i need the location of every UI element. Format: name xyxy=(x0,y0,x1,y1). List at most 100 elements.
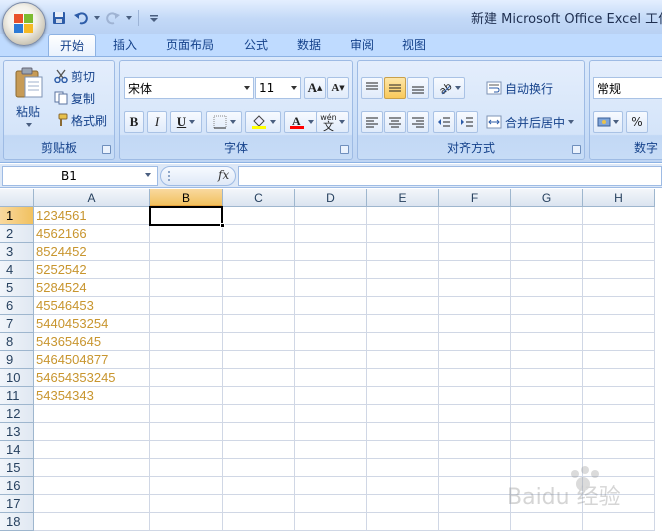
cell-e10[interactable] xyxy=(367,369,439,387)
cell-c3[interactable] xyxy=(223,243,295,261)
font-launcher-icon[interactable] xyxy=(340,145,349,154)
percent-button[interactable]: % xyxy=(626,111,648,133)
cell-d10[interactable] xyxy=(295,369,367,387)
cut-button[interactable]: 剪切 xyxy=(54,65,95,87)
redo-dropdown-icon[interactable] xyxy=(126,16,132,20)
cell-d15[interactable] xyxy=(295,459,367,477)
cell-d6[interactable] xyxy=(295,297,367,315)
cell-f3[interactable] xyxy=(439,243,511,261)
cell-a3[interactable]: 8524452 xyxy=(34,243,150,261)
cell-a8[interactable]: 543654645 xyxy=(34,333,150,351)
cell-h3[interactable] xyxy=(583,243,655,261)
cell-c16[interactable] xyxy=(223,477,295,495)
cell-a5[interactable]: 5284524 xyxy=(34,279,150,297)
cell-b11[interactable] xyxy=(150,387,223,405)
row-header[interactable]: 4 xyxy=(0,261,34,279)
cell-b17[interactable] xyxy=(150,495,223,513)
paste-dropdown-icon[interactable] xyxy=(26,123,32,127)
cell-e15[interactable] xyxy=(367,459,439,477)
increase-indent-button[interactable] xyxy=(456,111,478,133)
cell-e8[interactable] xyxy=(367,333,439,351)
row-header[interactable]: 2 xyxy=(0,225,34,243)
font-color-button[interactable]: A xyxy=(284,111,318,133)
cell-d13[interactable] xyxy=(295,423,367,441)
cell-d4[interactable] xyxy=(295,261,367,279)
row-header[interactable]: 5 xyxy=(0,279,34,297)
cell-e14[interactable] xyxy=(367,441,439,459)
cell-d5[interactable] xyxy=(295,279,367,297)
select-all-corner[interactable] xyxy=(0,189,34,207)
row-header[interactable]: 13 xyxy=(0,423,34,441)
cell-f2[interactable] xyxy=(439,225,511,243)
cell-c2[interactable] xyxy=(223,225,295,243)
column-header-f[interactable]: F xyxy=(439,189,511,207)
align-right-button[interactable] xyxy=(407,111,429,133)
phonetic-guide-button[interactable]: wén 文 xyxy=(316,111,349,133)
cell-b12[interactable] xyxy=(150,405,223,423)
cell-h2[interactable] xyxy=(583,225,655,243)
cell-e1[interactable] xyxy=(367,207,439,225)
cell-f4[interactable] xyxy=(439,261,511,279)
cell-f9[interactable] xyxy=(439,351,511,369)
cell-h18[interactable] xyxy=(583,513,655,531)
cell-c11[interactable] xyxy=(223,387,295,405)
cell-c4[interactable] xyxy=(223,261,295,279)
tab-home[interactable]: 开始 xyxy=(48,34,96,56)
cell-g10[interactable] xyxy=(511,369,583,387)
cell-b5[interactable] xyxy=(150,279,223,297)
cell-g14[interactable] xyxy=(511,441,583,459)
row-header[interactable]: 11 xyxy=(0,387,34,405)
cell-d18[interactable] xyxy=(295,513,367,531)
row-header[interactable]: 3 xyxy=(0,243,34,261)
cell-c14[interactable] xyxy=(223,441,295,459)
row-header[interactable]: 15 xyxy=(0,459,34,477)
cell-a2[interactable]: 4562166 xyxy=(34,225,150,243)
align-left-button[interactable] xyxy=(361,111,383,133)
cell-b18[interactable] xyxy=(150,513,223,531)
tab-formulas[interactable]: 公式 xyxy=(232,34,280,56)
cell-e12[interactable] xyxy=(367,405,439,423)
cell-f11[interactable] xyxy=(439,387,511,405)
column-header-h[interactable]: H xyxy=(583,189,655,207)
cell-a13[interactable] xyxy=(34,423,150,441)
cell-d1[interactable] xyxy=(295,207,367,225)
cell-f17[interactable] xyxy=(439,495,511,513)
cell-b3[interactable] xyxy=(150,243,223,261)
cell-c10[interactable] xyxy=(223,369,295,387)
fill-color-button[interactable] xyxy=(245,111,281,133)
format-painter-button[interactable]: 格式刷 xyxy=(54,109,107,131)
cell-h5[interactable] xyxy=(583,279,655,297)
italic-button[interactable]: I xyxy=(147,111,167,133)
align-bottom-button[interactable] xyxy=(407,77,429,99)
customize-icon[interactable] xyxy=(145,9,163,27)
align-top-button[interactable] xyxy=(361,77,383,99)
cell-a7[interactable]: 5440453254 xyxy=(34,315,150,333)
cell-c6[interactable] xyxy=(223,297,295,315)
cell-d7[interactable] xyxy=(295,315,367,333)
cell-f1[interactable] xyxy=(439,207,511,225)
cell-c15[interactable] xyxy=(223,459,295,477)
row-header[interactable]: 17 xyxy=(0,495,34,513)
cell-e18[interactable] xyxy=(367,513,439,531)
cell-d14[interactable] xyxy=(295,441,367,459)
cell-c5[interactable] xyxy=(223,279,295,297)
tab-insert[interactable]: 插入 xyxy=(101,34,149,56)
alignment-launcher-icon[interactable] xyxy=(572,145,581,154)
cell-b7[interactable] xyxy=(150,315,223,333)
tab-review[interactable]: 审阅 xyxy=(338,34,386,56)
cell-a18[interactable] xyxy=(34,513,150,531)
cell-h4[interactable] xyxy=(583,261,655,279)
cell-h8[interactable] xyxy=(583,333,655,351)
cell-g9[interactable] xyxy=(511,351,583,369)
cell-g3[interactable] xyxy=(511,243,583,261)
name-box-dropdown-icon[interactable] xyxy=(145,173,151,177)
cell-g12[interactable] xyxy=(511,405,583,423)
cell-b8[interactable] xyxy=(150,333,223,351)
cell-h6[interactable] xyxy=(583,297,655,315)
cell-f16[interactable] xyxy=(439,477,511,495)
redo-icon[interactable] xyxy=(104,9,122,27)
cell-e6[interactable] xyxy=(367,297,439,315)
cell-a6[interactable]: 45546453 xyxy=(34,297,150,315)
cell-d12[interactable] xyxy=(295,405,367,423)
cell-g2[interactable] xyxy=(511,225,583,243)
